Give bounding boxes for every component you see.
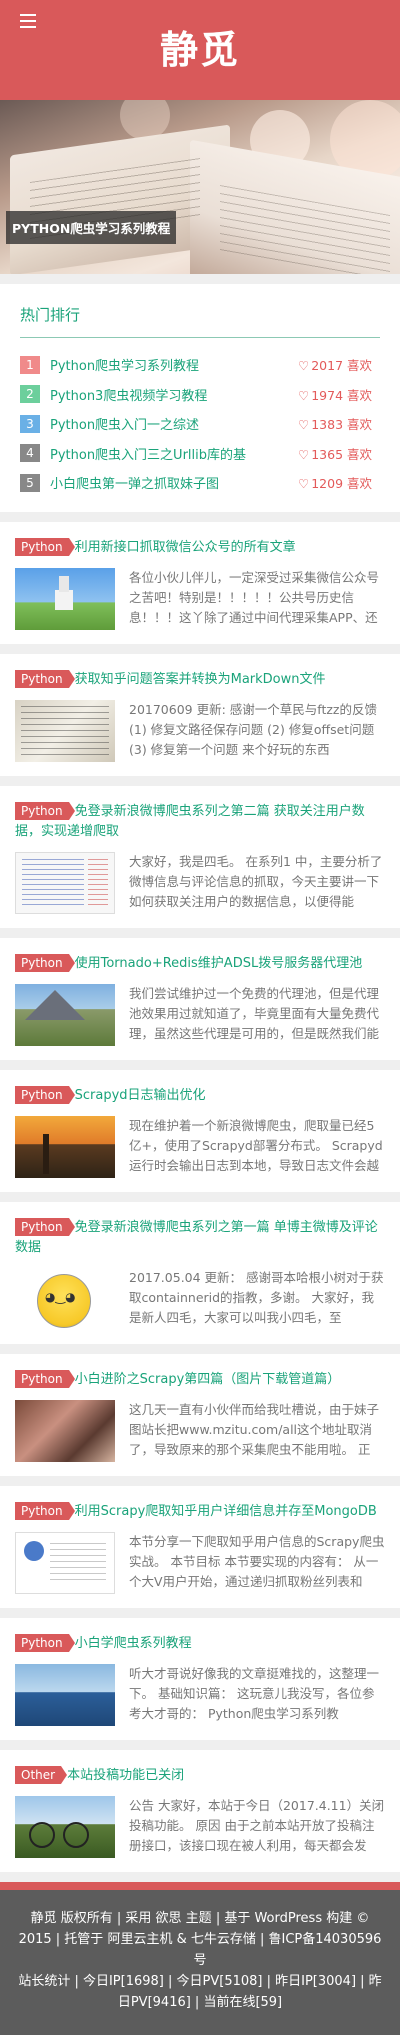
post-excerpt: 大家好，我是四毛。 在系列1 中，主要分析了微博信息与评论信息的抓取，今天主要讲… (129, 853, 383, 909)
post-card: Python 使用Tornado+Redis维护ADSL拨号服务器代理池我们尝试维… (0, 937, 400, 1060)
post-title-link[interactable]: Scrapyd日志输出优化 (75, 1088, 206, 1103)
likes-count: ♡ 1365 喜欢 (298, 446, 373, 462)
rank-badge: 3 (20, 414, 40, 433)
likes-count: ♡ 1383 喜欢 (298, 417, 373, 433)
likes-count: ♡ 1974 喜欢 (298, 387, 373, 403)
hot-ranking-item[interactable]: 2 Python3爬虫视频学习教程 ♡ 1974 喜欢 (20, 380, 380, 410)
post-title-link[interactable]: 本站投稿功能已关闭 (67, 1768, 184, 1783)
heart-icon: ♡ (298, 387, 310, 403)
rank-badge: 2 (20, 385, 40, 404)
post-excerpt: 2017.05.04 更新： 感谢哥本哈根小树对于获取containnerid的… (129, 1269, 384, 1325)
footer-stats: 站长统计 | 今日IP[1698] | 今日PV[5108] | 昨日IP[30… (18, 1973, 382, 2010)
heart-icon: ♡ (298, 417, 310, 433)
hot-ranking-title: 热门排行 (20, 304, 380, 338)
post-excerpt: 本节分享一下爬取知乎用户信息的Scrapy爬虫实战。 本节目标 本节要实现的内容… (129, 1533, 385, 1589)
hot-item-title[interactable]: Python3爬虫视频学习教程 (50, 385, 292, 404)
post-excerpt: 各位小伙儿伴儿，一定深受过采集微信公众号之苦吧！特别是！！！！！公共号历史信息！… (129, 569, 380, 625)
post-thumbnail[interactable] (15, 699, 115, 762)
hot-ranking-item[interactable]: 4 Python爬虫入门三之Urllib库的基 ♡ 1365 喜欢 (20, 439, 380, 469)
post-thumbnail[interactable] (15, 567, 115, 630)
banner-caption[interactable]: PYTHON爬虫学习系列教程 (6, 211, 177, 244)
post-excerpt: 听大才哥说好像我的文章挺难找的，这整理一下。 基础知识篇： 这玩意儿我没写，各位… (129, 1665, 380, 1721)
hot-ranking-item[interactable]: 1 Python爬虫学习系列教程 ♡ 2017 喜欢 (20, 350, 380, 380)
category-badge[interactable]: Python (15, 1217, 75, 1236)
post-excerpt: 公告 大家好，本站于今日（2017.4.11）关闭投稿功能。 原因 由于之前本站… (129, 1797, 385, 1853)
heart-icon: ♡ (298, 476, 310, 492)
hot-item-title[interactable]: Python爬虫入门三之Urllib库的基 (50, 444, 292, 463)
post-thumbnail[interactable] (15, 1795, 115, 1858)
post-thumbnail[interactable] (15, 1115, 115, 1178)
category-badge[interactable]: Python (15, 1501, 75, 1520)
site-title[interactable]: 静觅 (0, 0, 400, 100)
rank-badge: 4 (20, 444, 40, 463)
hot-item-title[interactable]: Python爬虫入门一之综述 (50, 414, 292, 433)
post-card: Python 获取知乎问题答案并转换为MarkDown文件 20170609 更新:… (0, 653, 400, 776)
hot-item-title[interactable]: Python爬虫学习系列教程 (50, 355, 292, 374)
site-footer: 静觅 版权所有 | 采用 欲思 主题 | 基于 WordPress 构建 © 2… (0, 1881, 400, 2035)
post-title-link[interactable]: 利用新接口抓取微信公众号的所有文章 (75, 540, 296, 555)
banner-slide[interactable]: PYTHON爬虫学习系列教程 (0, 100, 400, 274)
post-card: Python 利用Scrapy爬取知乎用户详细信息并存至MongoDB 本节分享一下… (0, 1485, 400, 1608)
heart-icon: ♡ (298, 446, 310, 462)
likes-count: ♡ 1209 喜欢 (298, 476, 373, 492)
hot-ranking-panel: 热门排行 1 Python爬虫学习系列教程 ♡ 2017 喜欢 2 Python3爬虫视频… (0, 284, 400, 512)
menu-icon[interactable] (20, 14, 36, 28)
hot-ranking-list: 1 Python爬虫学习系列教程 ♡ 2017 喜欢 2 Python3爬虫视频学习教程 ♡… (20, 350, 380, 498)
post-card: Python 免登录新浪微博爬虫系列之第二篇 获取关注用户数据，实现递增爬取 大家好… (0, 785, 400, 928)
category-badge[interactable]: Python (15, 669, 75, 688)
post-thumbnail[interactable] (15, 983, 115, 1046)
category-badge[interactable]: Other (15, 1765, 68, 1784)
category-badge[interactable]: Python (15, 1085, 75, 1104)
post-card: Python Scrapyd日志输出优化现在维护着一个新浪微博爬虫，爬取量已经5亿… (0, 1069, 400, 1192)
post-excerpt: 我们尝试维护过一个免费的代理池，但是代理池效果用过就知道了，毕竟里面有大量免费代… (129, 985, 380, 1041)
rank-badge: 5 (20, 473, 40, 492)
post-thumbnail[interactable] (15, 851, 115, 914)
post-title-link[interactable]: 小白学爬虫系列教程 (75, 1636, 192, 1651)
post-title-link[interactable]: 小白进阶之Scrapy第四篇（图片下载管道篇） (75, 1372, 341, 1387)
heart-icon: ♡ (298, 358, 310, 374)
category-badge[interactable]: Python (15, 537, 75, 556)
category-badge[interactable]: Python (15, 953, 75, 972)
post-excerpt: 这几天一直有小伙伴而给我吐槽说，由于妹子图站长把www.mzitu.com/al… (129, 1401, 380, 1457)
site-header: 静觅 (0, 0, 400, 100)
post-thumbnail[interactable] (15, 1531, 115, 1594)
post-excerpt: 现在维护着一个新浪微博爬虫，爬取量已经5亿+，使用了Scrapyd部署分布式。 … (129, 1117, 383, 1173)
post-card: Python 利用新接口抓取微信公众号的所有文章各位小伙儿伴儿，一定深受过采集微信… (0, 521, 400, 644)
post-title-link[interactable]: 利用Scrapy爬取知乎用户详细信息并存至MongoDB (75, 1504, 377, 1519)
post-card: Other 本站投稿功能已关闭公告 大家好，本站于今日（2017.4.11）关闭投… (0, 1749, 400, 1872)
post-thumbnail[interactable] (15, 1399, 115, 1462)
post-card: Python免登录新浪微博爬虫系列之第一篇 单博主微博及评论数据2017.05.… (0, 1201, 400, 1344)
hot-ranking-item[interactable]: 5 小白爬虫第一弹之抓取妹子图 ♡ 1209 喜欢 (20, 468, 380, 498)
footer-copyright: 静觅 版权所有 | 采用 欲思 主题 | 基于 WordPress 构建 © 2… (18, 1910, 382, 1968)
post-title-link[interactable]: 获取知乎问题答案并转换为MarkDown文件 (75, 672, 326, 687)
post-thumbnail[interactable] (15, 1663, 115, 1726)
hot-item-title[interactable]: 小白爬虫第一弹之抓取妹子图 (50, 473, 292, 492)
post-excerpt: 20170609 更新: 感谢一个草民与ftzz的反馈 (1) 修复文路径保存问… (129, 701, 377, 757)
category-badge[interactable]: Python (15, 1633, 75, 1652)
category-badge[interactable]: Python (15, 801, 75, 820)
post-list: Python 利用新接口抓取微信公众号的所有文章 各位小伙儿伴儿，一定深受过采集微信… (0, 521, 400, 1872)
likes-count: ♡ 2017 喜欢 (298, 358, 373, 374)
post-title-link[interactable]: 使用Tornado+Redis维护ADSL拨号服务器代理池 (75, 956, 363, 971)
post-thumbnail[interactable] (15, 1267, 115, 1330)
rank-badge: 1 (20, 355, 40, 374)
hot-ranking-item[interactable]: 3 Python爬虫入门一之综述 ♡ 1383 喜欢 (20, 409, 380, 439)
post-card: Python 小白进阶之Scrapy第四篇（图片下载管道篇） 这几天一直有小伙伴而给… (0, 1353, 400, 1476)
category-badge[interactable]: Python (15, 1369, 75, 1388)
post-card: Python 小白学爬虫系列教程听大才哥说好像我的文章挺难找的，这整理一下。 基础… (0, 1617, 400, 1740)
